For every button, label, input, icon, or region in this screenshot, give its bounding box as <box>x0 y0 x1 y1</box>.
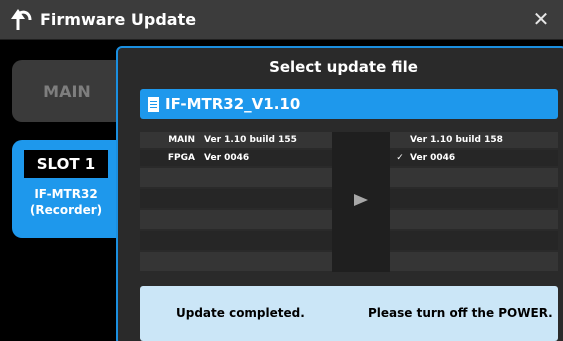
table-row <box>390 252 558 271</box>
arrow-panel <box>332 132 390 272</box>
new-version-table: Ver 1.10 build 158 ✓ Ver 0046 <box>390 132 558 272</box>
tab-slot-1[interactable]: SLOT 1 IF-MTR32 (Recorder) <box>12 140 120 238</box>
version-value: Ver 1.10 build 155 <box>204 135 297 145</box>
version-value: Ver 0046 <box>204 153 250 163</box>
dialog-title: Select update file <box>269 58 418 76</box>
version-label: FPGA <box>167 153 195 163</box>
table-row <box>140 210 332 229</box>
table-row: MAIN Ver 1.10 build 155 <box>140 132 332 148</box>
table-row <box>140 252 332 271</box>
update-file-selector[interactable]: IF-MTR32_V1.10 <box>140 89 558 119</box>
table-row <box>390 210 558 229</box>
version-value: Ver 1.10 build 158 <box>410 135 503 145</box>
file-icon <box>148 96 159 112</box>
table-row <box>140 168 332 187</box>
table-row: Ver 1.10 build 158 <box>390 132 558 148</box>
back-arrow-icon[interactable] <box>8 5 38 35</box>
close-icon[interactable]: ✕ <box>527 4 555 34</box>
current-version-table: MAIN Ver 1.10 build 155 FPGA Ver 0046 <box>140 132 332 272</box>
slot-device-name: IF-MTR32 <box>34 187 98 201</box>
slot-device-type: (Recorder) <box>29 203 103 217</box>
table-row <box>140 231 332 250</box>
status-message-right: Please turn off the POWER. <box>368 306 553 320</box>
table-row <box>390 168 558 187</box>
table-row: ✓ Ver 0046 <box>390 150 558 166</box>
status-message-left: Update completed. <box>176 306 305 320</box>
check-icon: ✓ <box>396 153 404 163</box>
tab-main-label: MAIN <box>43 81 91 101</box>
file-name: IF-MTR32_V1.10 <box>165 95 301 113</box>
status-message: Update completed. Please turn off the PO… <box>140 286 558 341</box>
table-row <box>390 231 558 250</box>
tab-main[interactable]: MAIN <box>12 60 122 122</box>
slot-device: IF-MTR32 (Recorder) <box>12 186 120 218</box>
page-title: Firmware Update <box>40 10 197 29</box>
slot-label: SLOT 1 <box>24 150 108 178</box>
table-row: FPGA Ver 0046 <box>140 150 332 166</box>
version-label: MAIN <box>168 135 195 145</box>
title-bar: Firmware Update ✕ <box>0 0 563 40</box>
table-row <box>390 189 558 208</box>
version-value: Ver 0046 <box>410 153 456 163</box>
right-arrow-icon <box>354 194 368 206</box>
update-dialog: Select update file IF-MTR32_V1.10 MAIN V… <box>116 46 563 341</box>
table-row <box>140 189 332 208</box>
